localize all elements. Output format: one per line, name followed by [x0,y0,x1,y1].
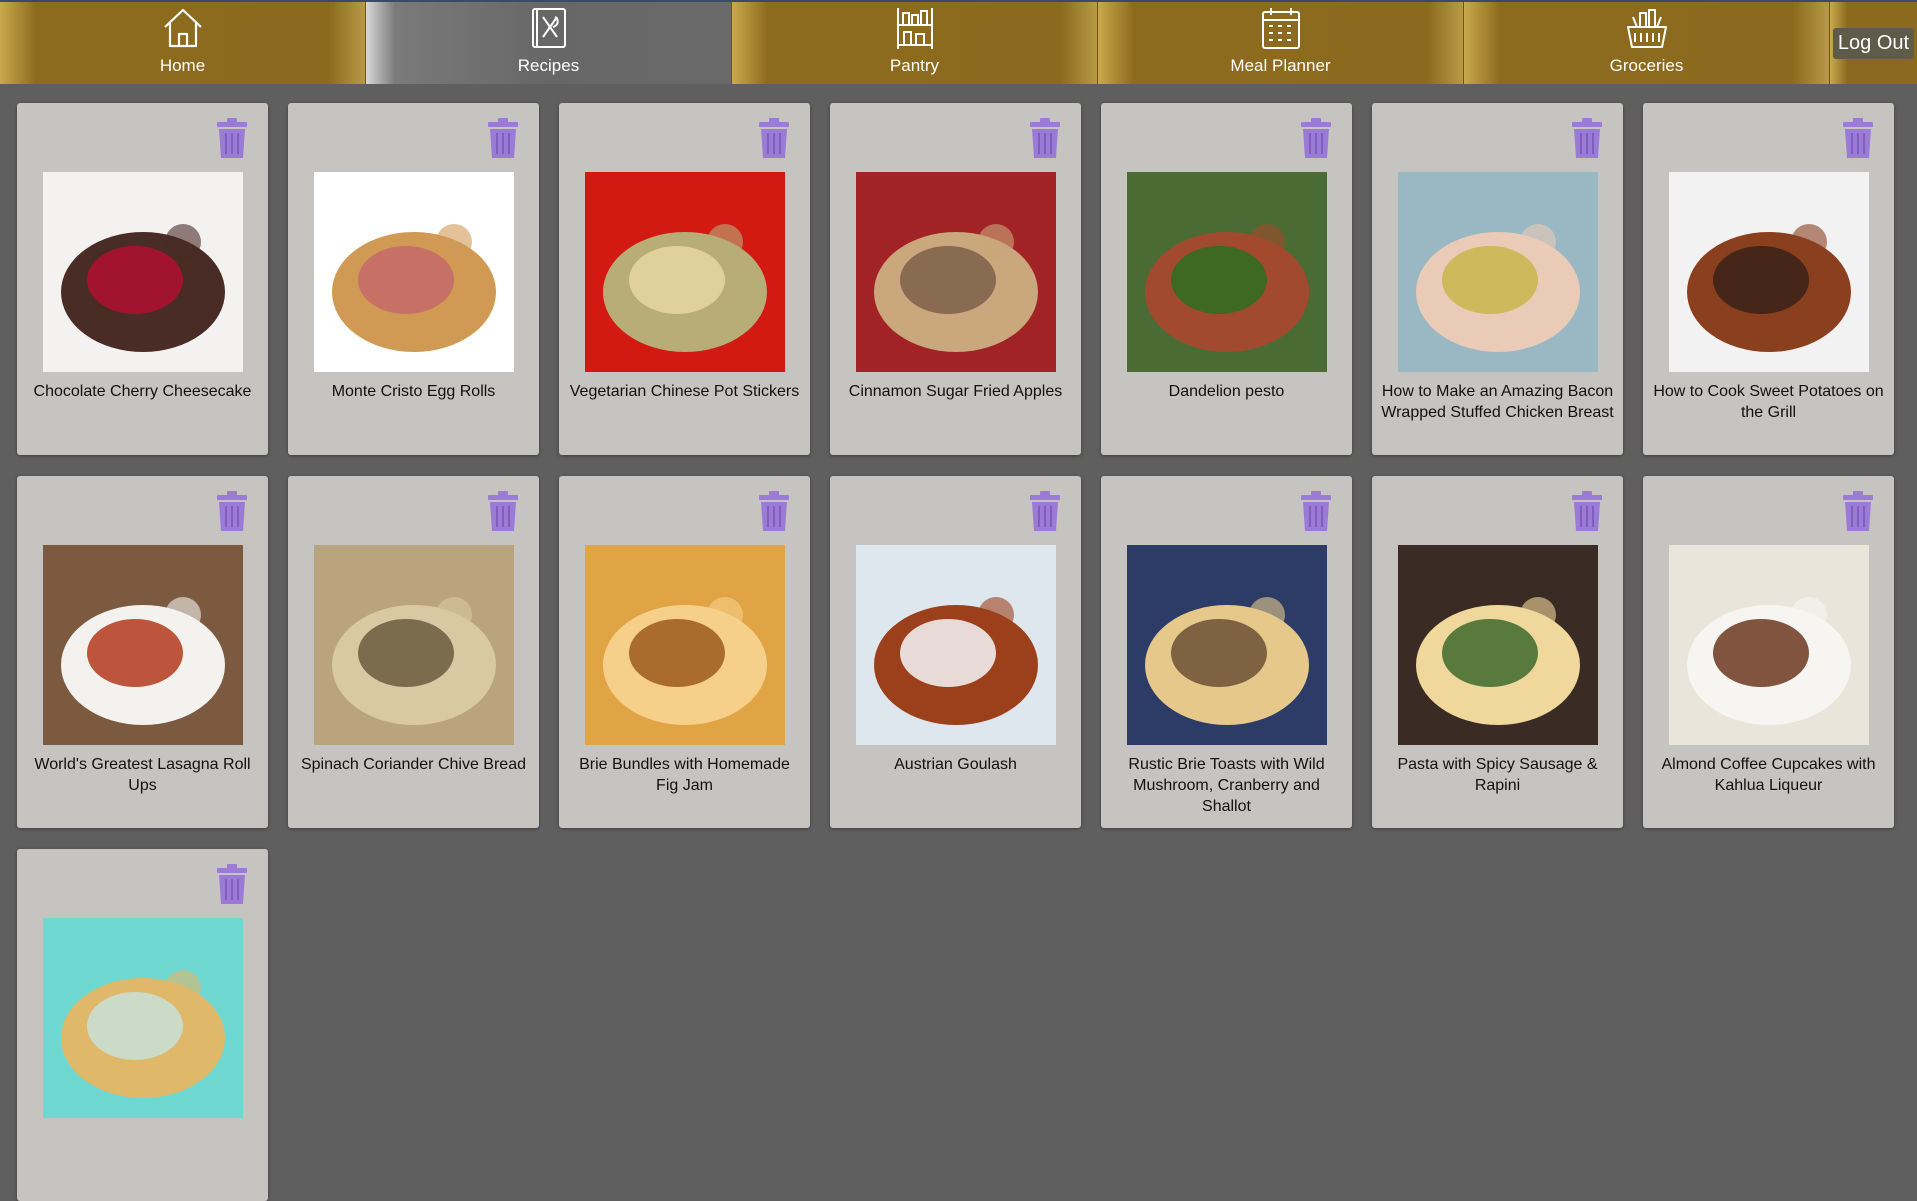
recipe-card[interactable]: Spinach Coriander Chive Bread [288,476,539,828]
nav-pantry-label: Pantry [889,56,940,75]
calendar-icon [1261,8,1300,49]
recipe-image[interactable] [314,172,514,372]
recipe-title[interactable]: Austrian Goulash [838,754,1073,775]
trash-icon[interactable] [487,118,519,160]
nav-groceries[interactable]: Groceries [1464,2,1830,84]
recipe-title[interactable]: Spinach Coriander Chive Bread [296,754,531,775]
recipe-card[interactable]: Chocolate Cherry Cheesecake [17,103,268,455]
recipe-title[interactable]: Pasta with Spicy Sausage & Rapini [1380,754,1615,796]
recipe-title[interactable]: Dandelion pesto [1109,381,1344,402]
pantry-shelf-icon [896,8,933,49]
trash-icon[interactable] [1842,491,1874,533]
nav-recipes[interactable]: Recipes [366,2,732,84]
recipe-title[interactable]: Rustic Brie Toasts with Wild Mushroom, C… [1109,754,1344,817]
recipe-card[interactable]: Vegetarian Chinese Pot Stickers [559,103,810,455]
nav-logout-area: Log Out [1830,2,1917,84]
recipe-card[interactable]: Monte Cristo Egg Rolls [288,103,539,455]
trash-icon[interactable] [1300,491,1332,533]
recipe-image[interactable] [43,545,243,745]
nav-meal-planner-label: Meal Planner [1230,56,1331,75]
recipe-card[interactable]: World's Greatest Lasagna Roll Ups [17,476,268,828]
recipe-card[interactable]: How to Make an Amazing Bacon Wrapped Stu… [1372,103,1623,455]
recipe-title[interactable]: Cinnamon Sugar Fried Apples [838,381,1073,402]
recipe-image[interactable] [1127,545,1327,745]
recipe-image[interactable] [1669,172,1869,372]
recipe-title[interactable]: Brie Bundles with Homemade Fig Jam [567,754,802,796]
recipe-image[interactable] [43,172,243,372]
recipe-image[interactable] [1398,545,1598,745]
recipe-image[interactable] [585,172,785,372]
recipe-image[interactable] [43,918,243,1118]
recipe-image[interactable] [585,545,785,745]
recipe-card[interactable]: Austrian Goulash [830,476,1081,828]
recipe-card[interactable]: Brie Bundles with Homemade Fig Jam [559,476,810,828]
recipe-image[interactable] [1669,545,1869,745]
logout-button[interactable]: Log Out [1832,27,1915,59]
trash-icon[interactable] [1029,491,1061,533]
trash-icon[interactable] [216,118,248,160]
top-nav: Home Recipes Pantry Meal Planner Groceri… [0,0,1917,84]
recipe-book-icon [531,8,566,48]
recipe-image[interactable] [856,545,1056,745]
recipe-title[interactable]: Almond Coffee Cupcakes with Kahlua Lique… [1651,754,1886,796]
recipe-title[interactable]: Monte Cristo Egg Rolls [296,381,531,402]
recipe-card[interactable]: Cinnamon Sugar Fried Apples [830,103,1081,455]
recipe-title[interactable]: Vegetarian Chinese Pot Stickers [567,381,802,402]
nav-recipes-label: Recipes [517,56,580,75]
trash-icon[interactable] [216,491,248,533]
trash-icon[interactable] [216,864,248,906]
recipe-card[interactable]: Almond Coffee Cupcakes with Kahlua Lique… [1643,476,1894,828]
trash-icon[interactable] [758,491,790,533]
trash-icon[interactable] [1029,118,1061,160]
nav-home-label: Home [159,56,206,75]
trash-icon[interactable] [1300,118,1332,160]
nav-meal-planner[interactable]: Meal Planner [1098,2,1464,84]
recipe-title[interactable]: How to Make an Amazing Bacon Wrapped Stu… [1380,381,1615,423]
recipe-title[interactable]: How to Cook Sweet Potatoes on the Grill [1651,381,1886,423]
recipe-image[interactable] [314,545,514,745]
trash-icon[interactable] [1571,491,1603,533]
trash-icon[interactable] [1842,118,1874,160]
nav-pantry[interactable]: Pantry [732,2,1098,84]
trash-icon[interactable] [758,118,790,160]
recipe-card[interactable]: Pasta with Spicy Sausage & Rapini [1372,476,1623,828]
recipe-title[interactable]: World's Greatest Lasagna Roll Ups [25,754,260,796]
nav-groceries-label: Groceries [1609,56,1684,75]
home-icon [163,8,202,48]
recipe-card[interactable]: Dandelion pesto [1101,103,1352,455]
trash-icon[interactable] [487,491,519,533]
nav-home[interactable]: Home [0,2,366,84]
recipe-title[interactable]: Chocolate Cherry Cheesecake [25,381,260,402]
recipe-image[interactable] [1398,172,1598,372]
recipe-card[interactable] [17,849,268,1201]
recipe-image[interactable] [1127,172,1327,372]
recipe-card[interactable]: Rustic Brie Toasts with Wild Mushroom, C… [1101,476,1352,828]
recipe-image[interactable] [856,172,1056,372]
recipe-card[interactable]: How to Cook Sweet Potatoes on the Grill [1643,103,1894,455]
grocery-basket-icon [1626,9,1667,48]
trash-icon[interactable] [1571,118,1603,160]
